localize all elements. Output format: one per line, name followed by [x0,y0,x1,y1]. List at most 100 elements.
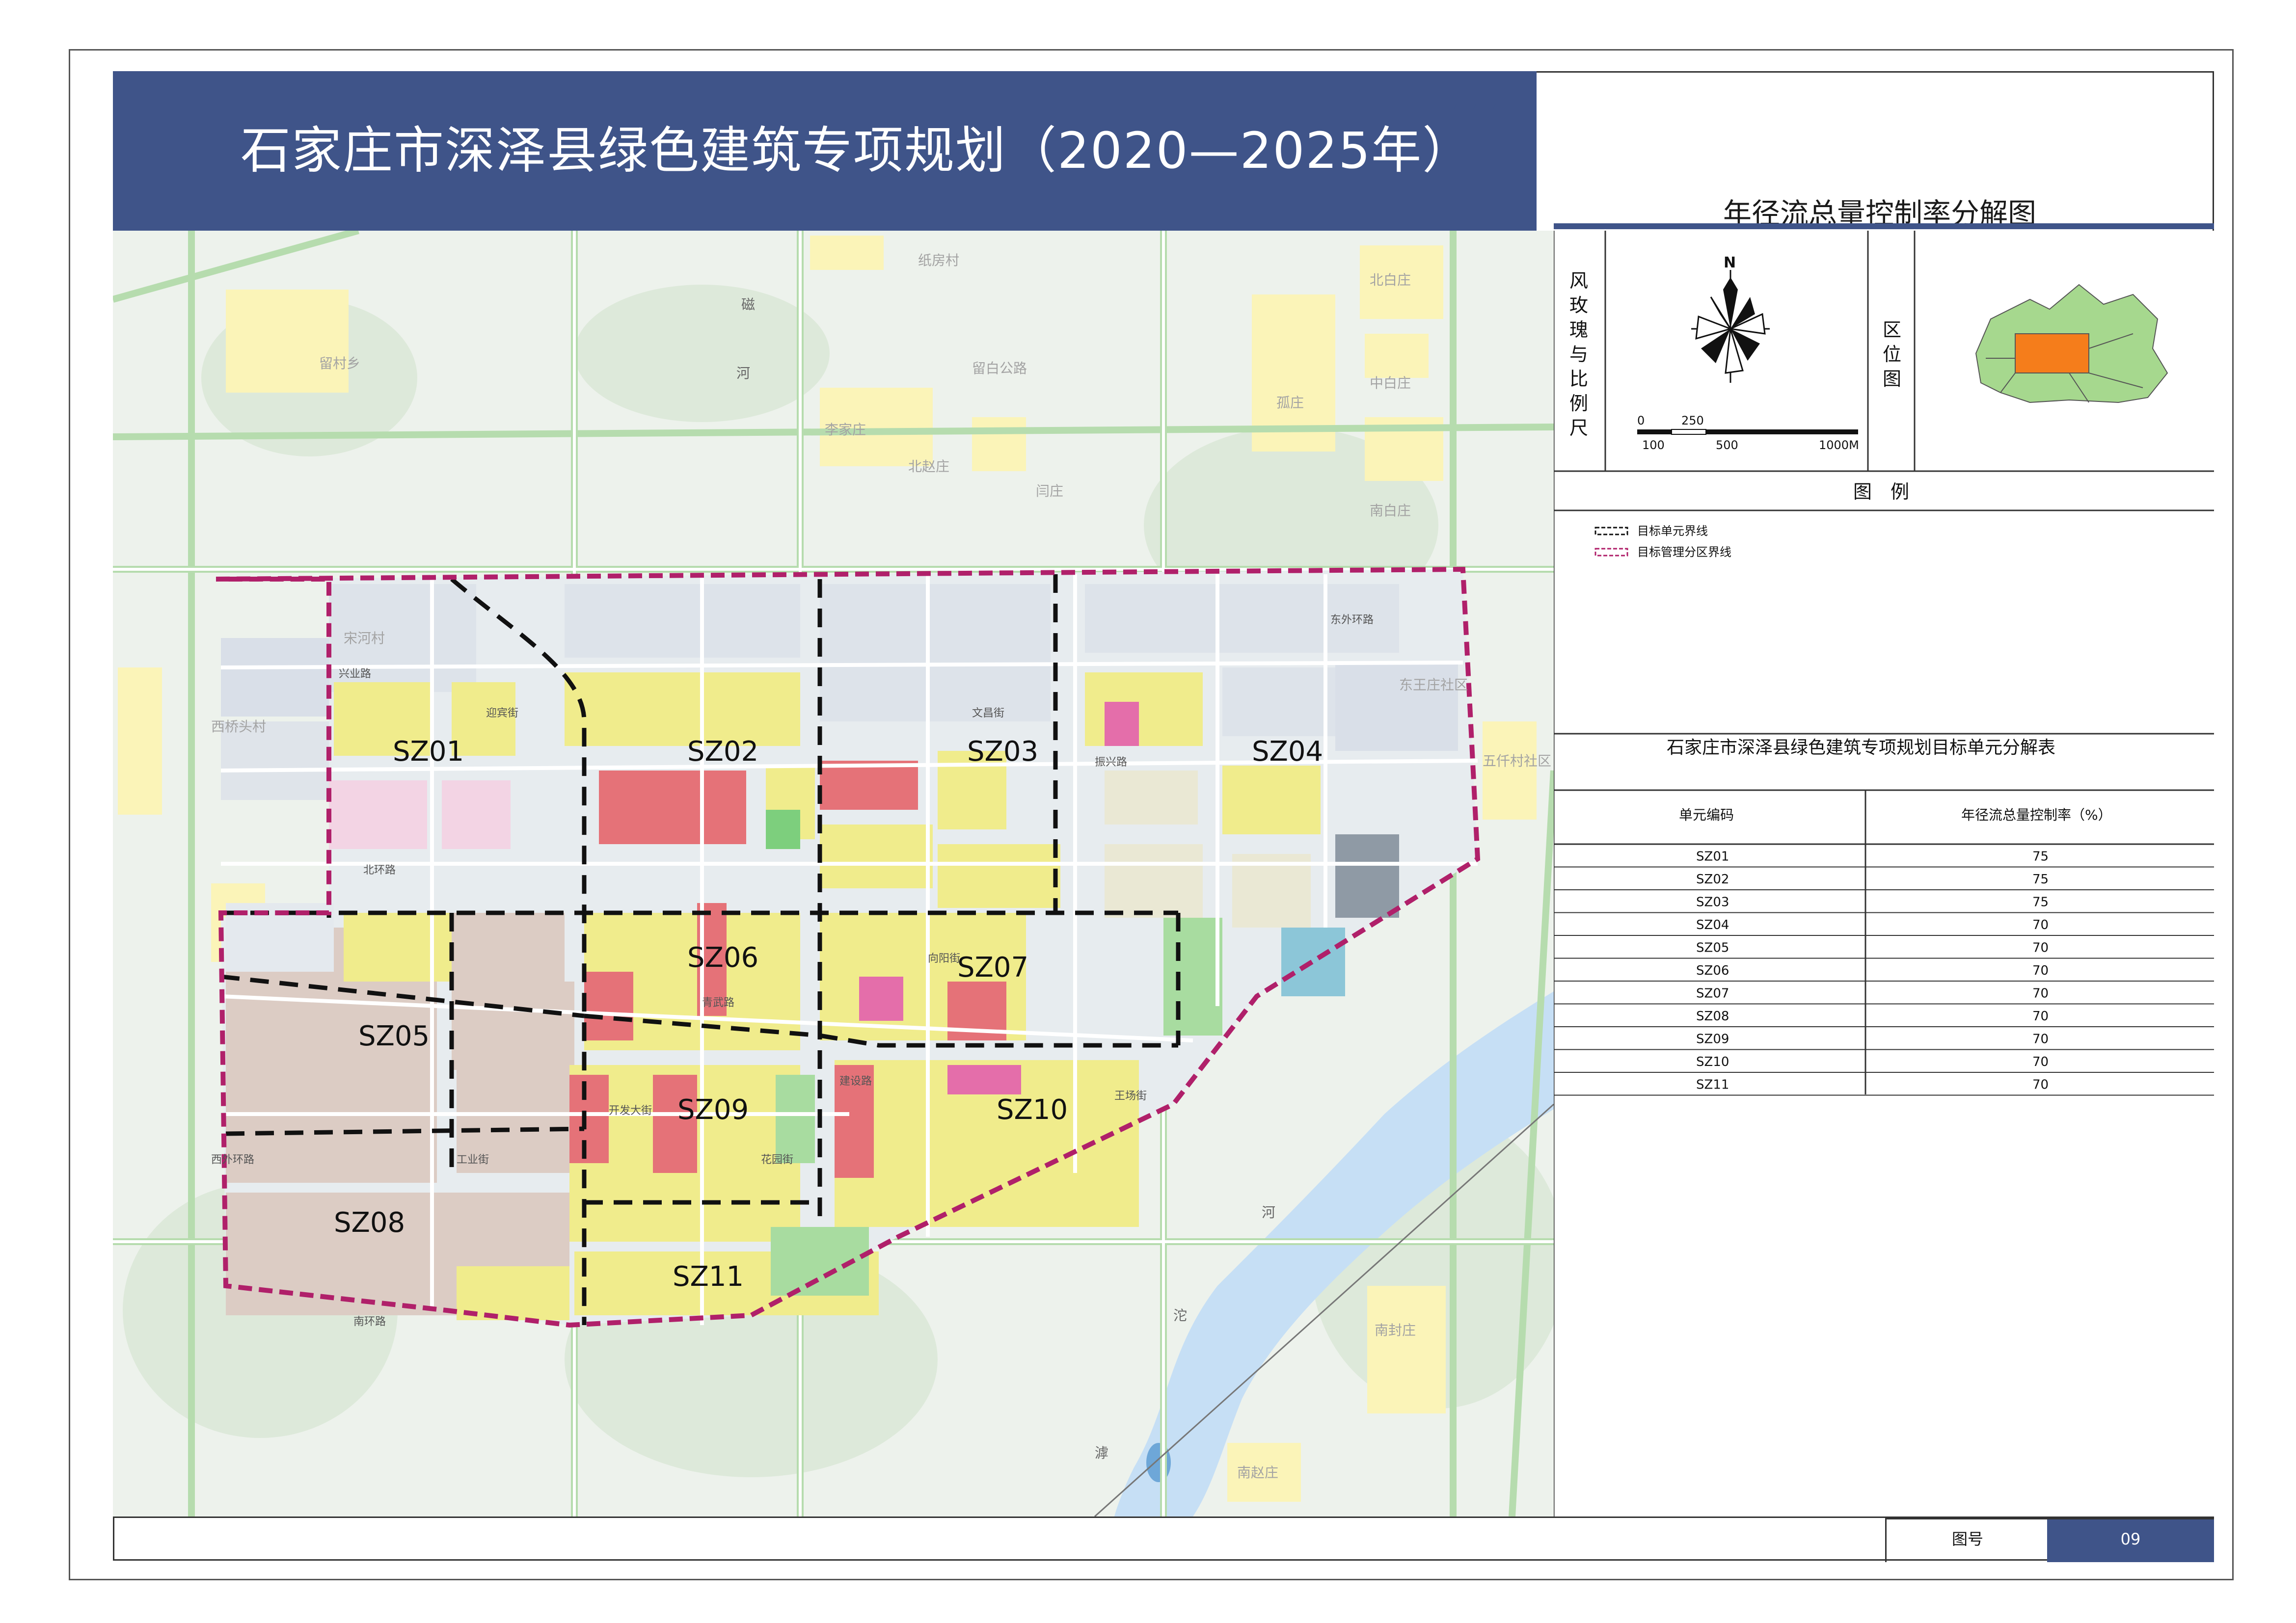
table-cell-unit: SZ11 [1696,1078,1729,1092]
figure-number-cell: 09 [2047,1518,2214,1562]
table-cell-rate: 75 [2032,895,2049,910]
unit-label-sz07: SZ07 [957,952,1028,984]
table-cell-unit: SZ07 [1696,986,1729,1001]
table-cell-rate: 70 [2032,1078,2049,1092]
table-cell-rate: 75 [2032,850,2049,864]
unit-label-sz03: SZ03 [967,736,1038,768]
road-label: 向阳街 [928,953,960,965]
legend-title: 图 例 [1853,481,1909,503]
table-cell-rate: 70 [2032,918,2049,932]
table-cell-unit: SZ08 [1696,1009,1729,1024]
place-label: 南白庄 [1370,503,1411,519]
svg-text:与: 与 [1569,344,1588,365]
table-cell-rate: 70 [2032,941,2049,956]
river-label: 河 [1262,1204,1275,1221]
side-panel: 风 玫 瑰 与 比 例 尺 N 0 250 100 500 1000M 区 位 [1554,231,2214,1517]
location-label: 区 位 图 [1883,319,1901,390]
planning-map: SZ01 SZ02 SZ03 SZ04 SZ05 SZ06 SZ07 SZ08 … [113,231,1554,1517]
unit-label-sz06: SZ06 [687,942,758,974]
table-cell-rate: 75 [2032,872,2049,887]
unit-label-sz10: SZ10 [997,1094,1068,1126]
road-label: 工业街 [457,1154,489,1166]
svg-text:玫: 玫 [1569,294,1588,316]
unit-label-sz05: SZ05 [358,1020,430,1052]
table-title: 石家庄市深泽县绿色建筑专项规划目标单元分解表 [1667,738,2055,758]
svg-text:位: 位 [1883,344,1901,365]
road-label: 迎宾街 [486,707,518,719]
place-label: 五仟村社区 [1483,753,1551,769]
svg-text:尺: 尺 [1569,417,1588,439]
road-label: 文昌街 [972,707,1004,719]
table-cell-unit: SZ06 [1696,963,1729,978]
table-cell-unit: SZ02 [1696,872,1729,887]
unit-label-sz01: SZ01 [393,736,464,768]
road-label: 东外环路 [1330,614,1374,626]
table-cell-unit: SZ01 [1696,850,1729,864]
table-header-rate: 年径流总量控制率（%） [1961,807,2112,823]
unit-label-sz09: SZ09 [677,1094,749,1126]
rose-label: 风 玫 瑰 与 比 例 尺 [1569,270,1588,439]
place-label: 李家庄 [825,422,866,438]
table-header-unit: 单元编码 [1679,807,1734,823]
table-cell-unit: SZ09 [1696,1032,1729,1047]
place-label: 北赵庄 [908,458,949,475]
river-label: 沱 [1173,1307,1187,1324]
svg-text:比: 比 [1569,368,1588,390]
svg-text:0: 0 [1637,414,1645,427]
svg-text:瑰: 瑰 [1569,319,1588,341]
figure-number: 09 [2120,1530,2141,1548]
river-label: 磁 [741,296,755,313]
road-label: 建设路 [839,1075,872,1088]
road-label: 花园街 [761,1154,793,1166]
place-label: 东王庄社区 [1399,677,1468,693]
place-label: 宋河村 [344,630,385,646]
unit-label-sz04: SZ04 [1252,736,1323,768]
svg-text:图: 图 [1883,368,1901,390]
svg-text:250: 250 [1681,414,1704,427]
svg-text:N: N [1724,254,1736,271]
page-title: 石家庄市深泽县绿色建筑专项规划（2020—2025年） [241,122,1474,180]
table-cell-rate: 70 [2032,1009,2049,1024]
table-cell-rate: 70 [2032,1032,2049,1047]
title-underline [1554,223,2214,229]
place-label: 纸房村 [918,252,959,268]
unit-label-sz02: SZ02 [687,736,758,768]
place-label: 孤庄 [1276,395,1304,411]
table-cell-rate: 70 [2032,986,2049,1001]
table-cell-unit: SZ04 [1696,918,1729,932]
svg-text:1000M: 1000M [1819,438,1859,452]
road-label: 西外环路 [211,1154,254,1166]
unit-label-sz11: SZ11 [673,1261,744,1293]
place-label: 闫庄 [1036,483,1063,499]
road-label: 南环路 [353,1316,386,1328]
place-label: 北白庄 [1370,272,1411,288]
place-label: 留村乡 [319,355,360,372]
svg-text:区: 区 [1883,319,1901,341]
road-label: 开发大街 [609,1105,652,1117]
table-cell-unit: SZ05 [1696,941,1729,956]
table-cell-rate: 70 [2032,963,2049,978]
road-label: 兴业路 [339,668,371,680]
legend-label: 目标管理分区界线 [1637,545,1731,559]
place-label: 西桥头村 [211,718,266,735]
table-cell-unit: SZ03 [1696,895,1729,910]
figure-label: 图号 [1951,1530,1983,1548]
svg-text:风: 风 [1569,270,1588,292]
figure-label-cell: 图号 [1885,1518,2049,1562]
place-label: 南赵庄 [1237,1464,1278,1481]
table-cell-rate: 70 [2032,1055,2049,1069]
legend-label: 目标单元界线 [1637,524,1708,538]
road-label: 青武路 [702,997,734,1009]
place-label: 留白公路 [972,360,1027,376]
place-label: 中白庄 [1370,375,1411,391]
river-label: 河 [736,365,750,381]
place-label: 南封庄 [1375,1322,1416,1338]
table-cell-unit: SZ10 [1696,1055,1729,1069]
river-label: 滹 [1095,1445,1108,1461]
svg-text:500: 500 [1716,438,1738,452]
unit-label-sz08: SZ08 [334,1207,405,1239]
road-label: 北环路 [363,864,396,877]
svg-text:100: 100 [1642,438,1665,452]
road-label: 王场街 [1114,1090,1147,1102]
svg-text:例: 例 [1569,393,1588,414]
